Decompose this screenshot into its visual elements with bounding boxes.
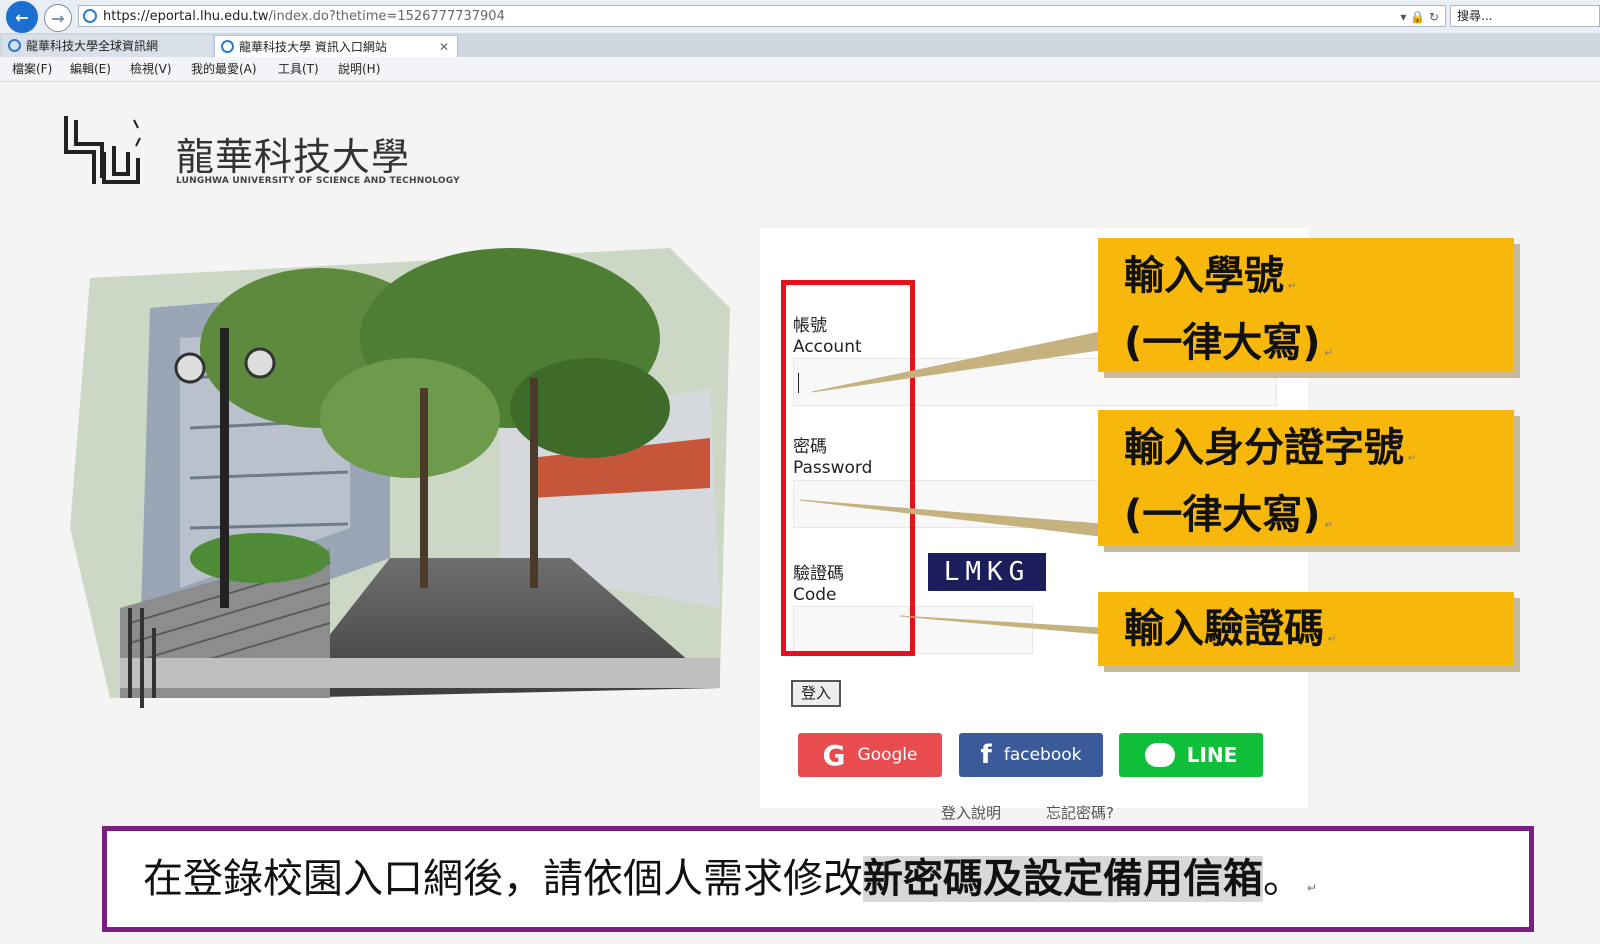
callout-account: 輸入學號 ↵ (一律大寫) ↵ bbox=[1098, 238, 1514, 372]
instruction-banner: 在登錄校園入口網後，請依個人需求修改新密碼及設定備用信箱。 ↵ bbox=[102, 826, 1534, 932]
instruction-text: 在登錄校園入口網後，請依個人需求修改新密碼及設定備用信箱。 ↵ bbox=[143, 856, 1318, 902]
callout-code: 輸入驗證碼 ↵ bbox=[1098, 592, 1514, 666]
callout-password: 輸入身分證字號 ↵ (一律大寫) ↵ bbox=[1098, 410, 1514, 546]
